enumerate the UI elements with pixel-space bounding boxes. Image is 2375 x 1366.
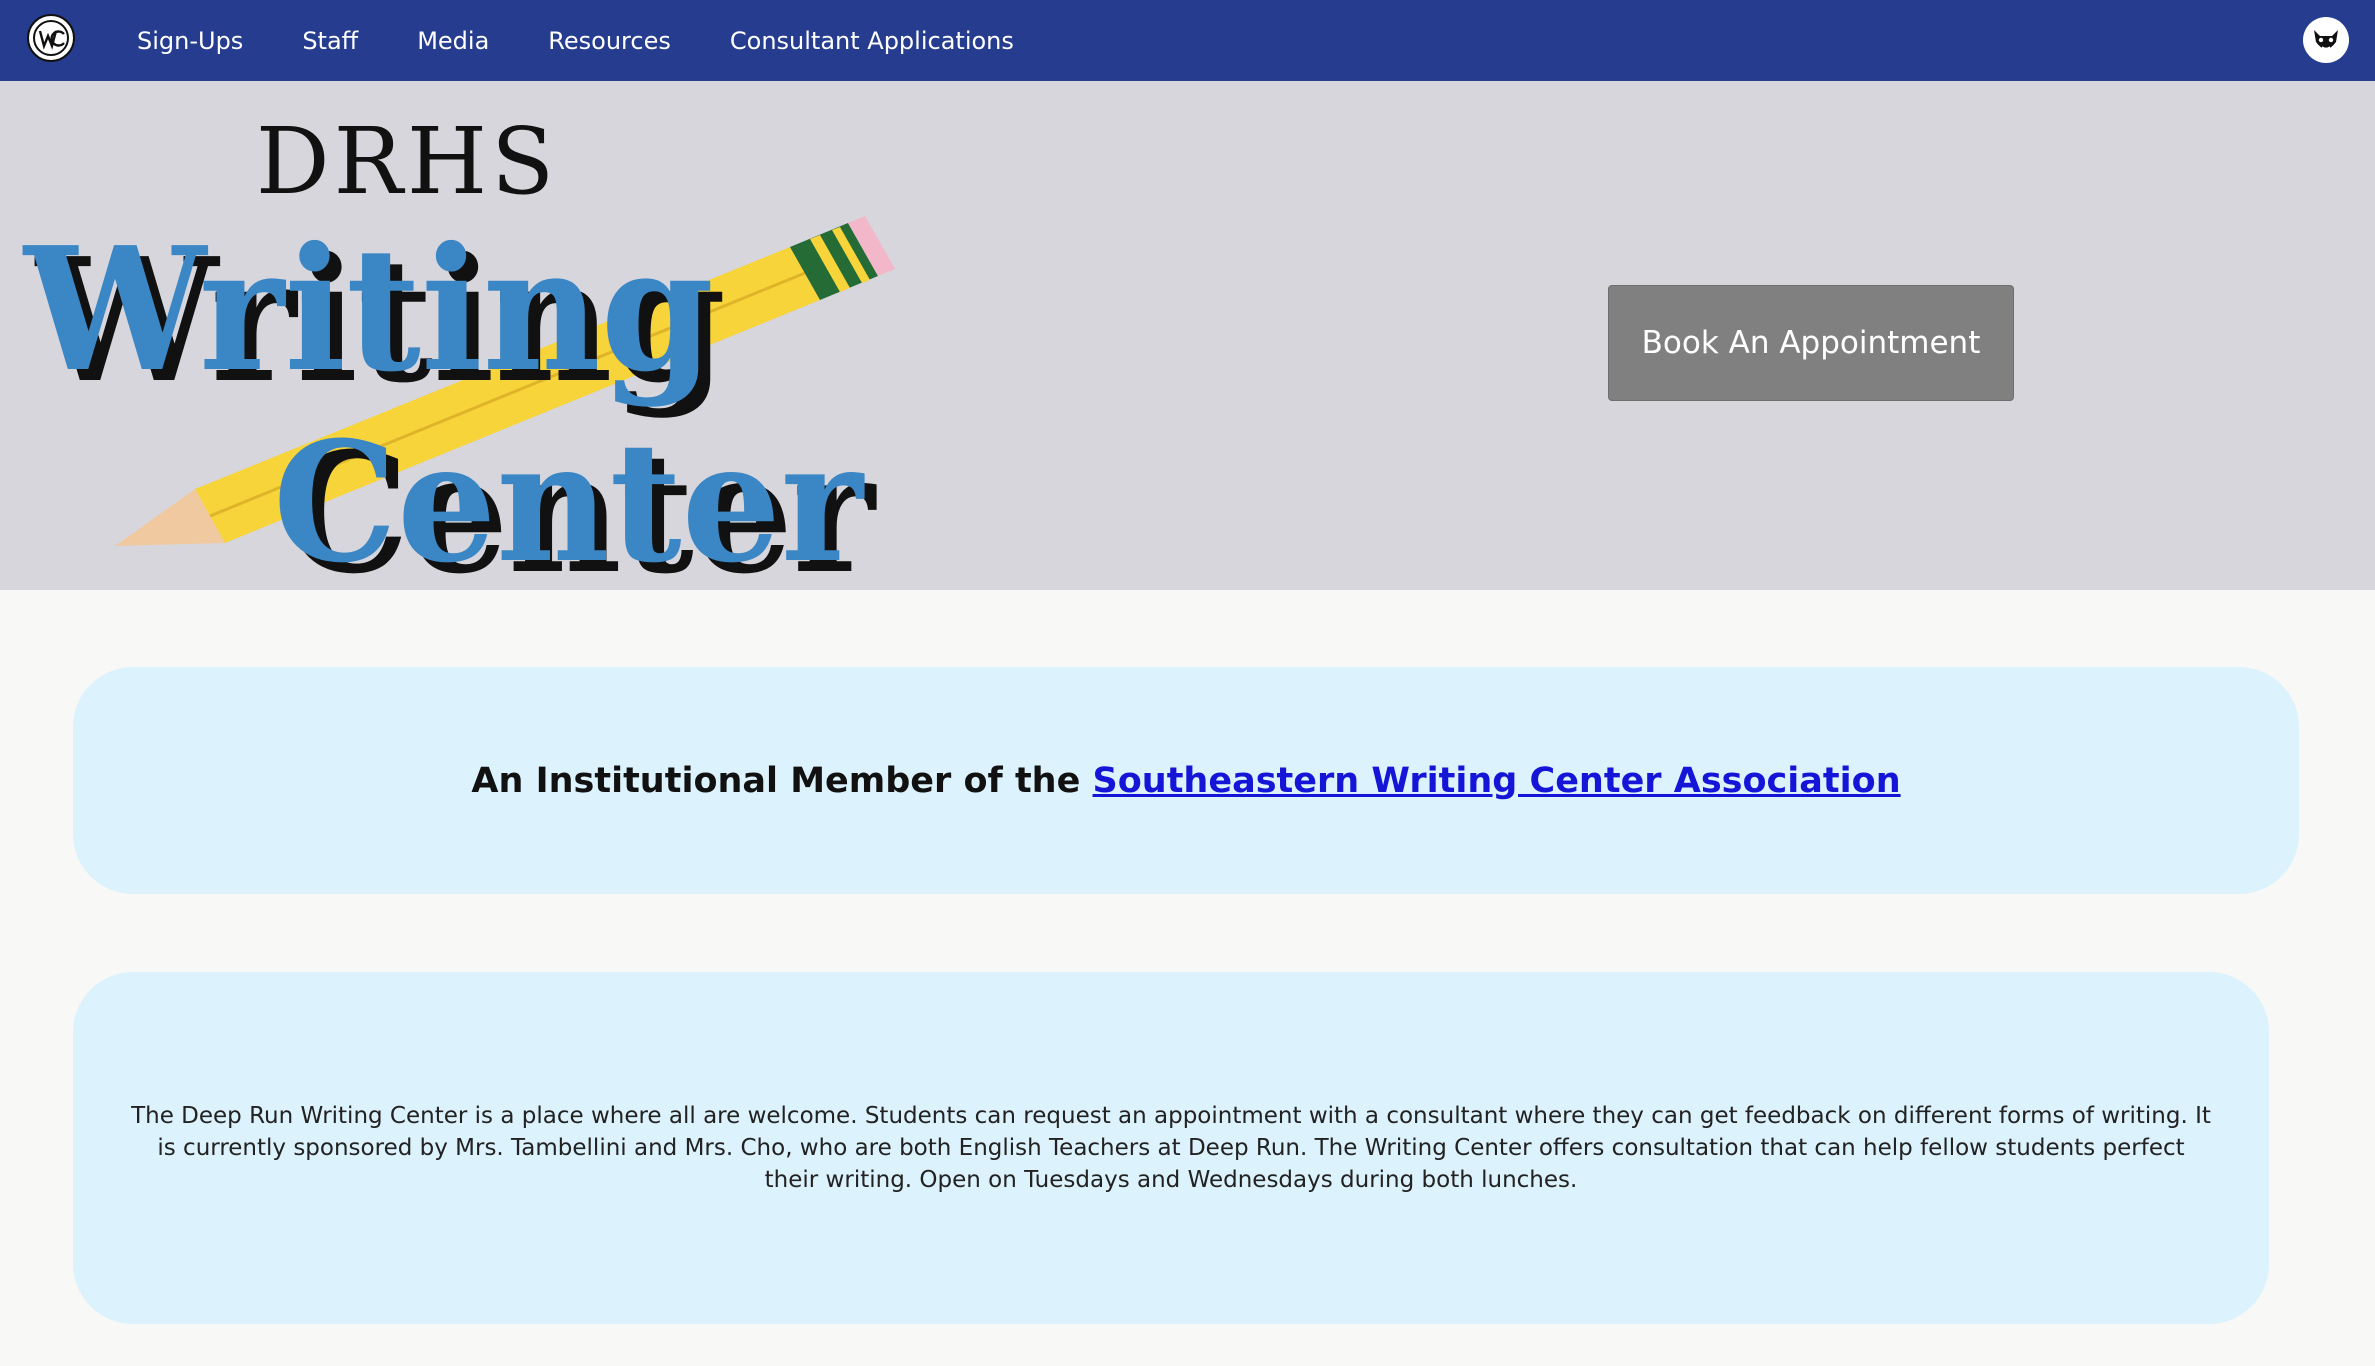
logo-writing-text: Writing <box>22 210 714 410</box>
wildcat-face-icon <box>2314 30 2338 50</box>
top-navbar: Sign-Ups Staff Media Resources Consultan… <box>0 0 2375 81</box>
wc-monogram-icon <box>33 20 69 56</box>
logo-drhs-text: DRHS <box>256 108 558 215</box>
logo-center-text: Center <box>273 405 865 577</box>
drhs-writing-center-logo: DRHS Writing Writing Center Center <box>22 108 895 577</box>
membership-statement: An Institutional Member of the Southeast… <box>471 761 1900 801</box>
about-card: The Deep Run Writing Center is a place w… <box>73 972 2269 1324</box>
writing-center-logo-icon[interactable] <box>27 14 75 62</box>
swca-link[interactable]: Southeastern Writing Center Association <box>1093 761 1901 801</box>
nav-item-media[interactable]: Media <box>417 27 489 55</box>
about-paragraph: The Deep Run Writing Center is a place w… <box>131 1103 2211 1193</box>
membership-card: An Institutional Member of the Southeast… <box>73 667 2299 894</box>
book-appointment-button[interactable]: Book An Appointment <box>1608 285 2014 401</box>
mascot-avatar-icon[interactable] <box>2303 17 2349 63</box>
membership-prefix: An Institutional Member of the <box>471 760 1081 801</box>
nav-item-resources[interactable]: Resources <box>548 27 671 55</box>
nav-menu: Sign-Ups Staff Media Resources Consultan… <box>137 0 1073 81</box>
nav-item-sign-ups[interactable]: Sign-Ups <box>137 27 243 55</box>
hero-banner: DRHS Writing Writing Center Center Book … <box>0 81 2375 590</box>
nav-item-staff[interactable]: Staff <box>302 27 358 55</box>
nav-item-consultant-applications[interactable]: Consultant Applications <box>730 27 1014 55</box>
